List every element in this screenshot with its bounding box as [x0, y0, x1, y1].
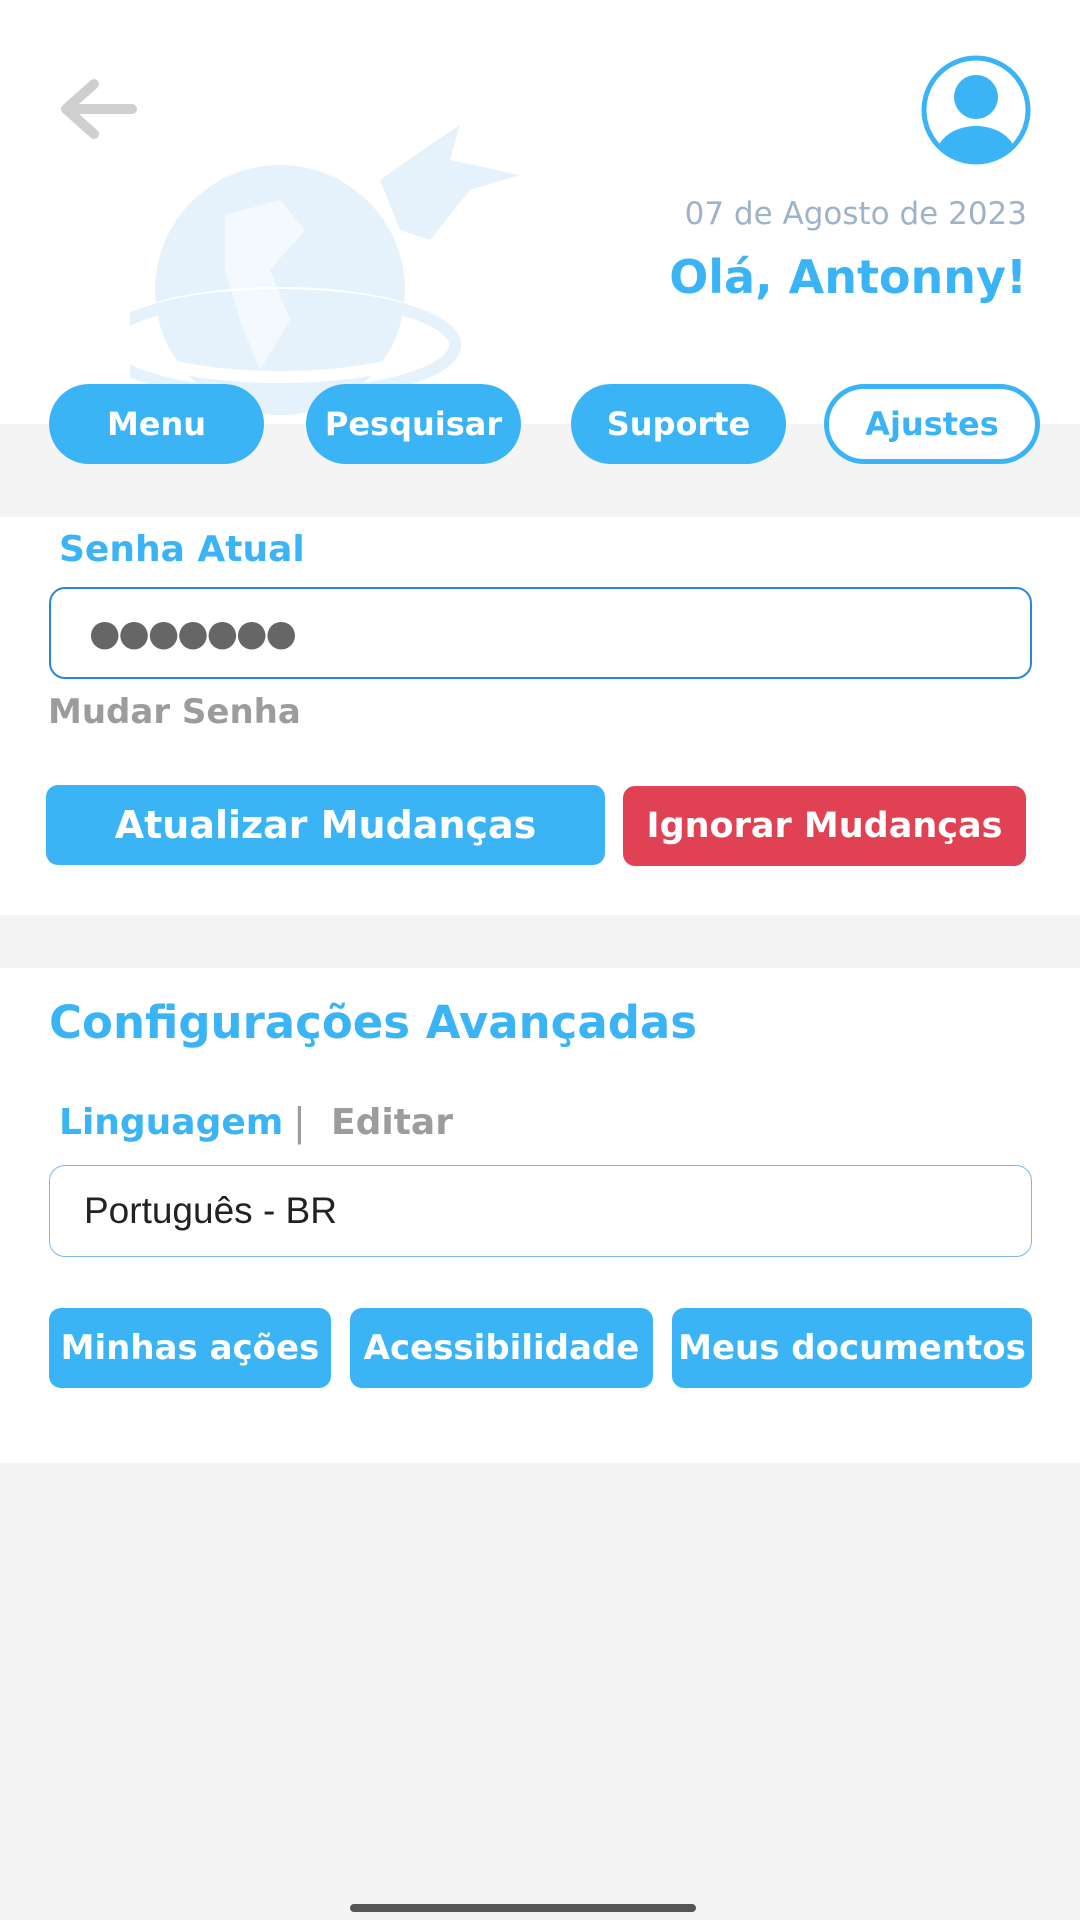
password-card: Senha Atual ●●●●●●● Mudar Senha Atualiza… — [0, 517, 1080, 915]
language-value: Português - BR — [84, 1190, 337, 1231]
user-avatar-icon[interactable] — [920, 54, 1032, 166]
tab-menu[interactable]: Menu — [49, 384, 264, 464]
current-password-label: Senha Atual — [59, 529, 305, 570]
password-value: ●●●●●●● — [89, 612, 297, 654]
language-label: Linguagem — [59, 1102, 284, 1143]
accessibility-button[interactable]: Acessibilidade — [350, 1308, 653, 1388]
home-indicator — [350, 1904, 696, 1912]
my-actions-button[interactable]: Minhas ações — [49, 1308, 331, 1388]
header: 07 de Agosto de 2023 Olá, Antonny! — [0, 0, 1080, 424]
advanced-settings-card: Configurações Avançadas Linguagem | Edit… — [0, 968, 1080, 1463]
current-date: 07 de Agosto de 2023 — [684, 196, 1027, 232]
back-arrow-icon[interactable] — [60, 78, 138, 140]
my-documents-button[interactable]: Meus documentos — [672, 1308, 1032, 1388]
greeting-title: Olá, Antonny! — [669, 250, 1027, 304]
tab-suporte[interactable]: Suporte — [571, 384, 786, 464]
advanced-settings-title: Configurações Avançadas — [49, 996, 698, 1049]
ignore-changes-button[interactable]: Ignorar Mudanças — [623, 786, 1026, 866]
settings-screen: 07 de Agosto de 2023 Olá, Antonny! Menu … — [0, 0, 1080, 1920]
label-separator: | — [293, 1100, 306, 1144]
tab-pesquisar[interactable]: Pesquisar — [306, 384, 521, 464]
current-password-input[interactable]: ●●●●●●● — [49, 587, 1032, 679]
tab-ajustes[interactable]: Ajustes — [824, 384, 1040, 464]
globe-hummingbird-logo — [130, 125, 520, 415]
edit-language-link[interactable]: Editar — [331, 1102, 453, 1143]
change-password-link[interactable]: Mudar Senha — [48, 692, 301, 732]
update-changes-button[interactable]: Atualizar Mudanças — [46, 785, 605, 865]
language-field[interactable]: Português - BR — [49, 1165, 1032, 1257]
